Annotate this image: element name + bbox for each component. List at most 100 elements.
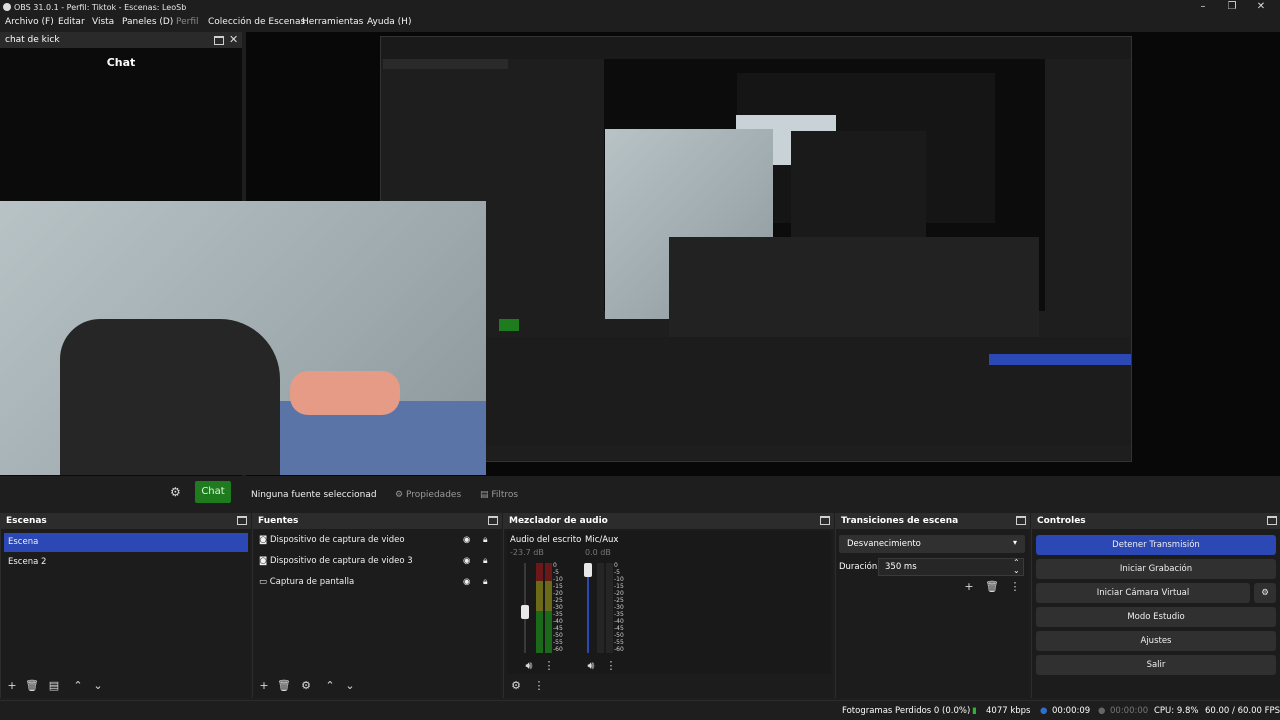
speaker-icon[interactable]: 🔊︎ [584, 659, 598, 673]
gear-icon[interactable]: ⚙ [299, 679, 313, 692]
cpu-usage: CPU: 9.8% [1154, 706, 1199, 716]
move-up-icon[interactable]: ⌃ [71, 679, 85, 692]
transition-select[interactable]: Desvanecimiento ▾ [839, 535, 1025, 553]
nested-titlebar [381, 37, 1131, 49]
studio-mode-button[interactable]: Modo Estudio [1036, 607, 1276, 627]
bitrate: 4077 kbps [986, 706, 1031, 716]
move-down-icon[interactable]: ⌄ [343, 679, 357, 692]
undock-icon[interactable] [214, 36, 224, 45]
menu-archivo[interactable]: Archivo (F) [5, 17, 54, 27]
eye-icon[interactable]: ◉ [463, 577, 470, 587]
volume-fader[interactable] [521, 605, 529, 619]
minimize-icon[interactable]: – [1196, 1, 1210, 13]
chat-close-icon[interactable]: ✕ [229, 34, 238, 45]
scenes-title: Escenas [6, 516, 47, 526]
no-source-label: Ninguna fuente seleccionad [251, 490, 377, 500]
menu-ayuda[interactable]: Ayuda (H) [367, 17, 411, 27]
transition-selected: Desvanecimiento [847, 539, 921, 549]
gear-icon[interactable]: ⚙ [509, 679, 523, 692]
exit-button[interactable]: Salir [1036, 655, 1276, 675]
filter-icon[interactable]: ▤ [47, 679, 61, 692]
properties-button[interactable]: ⚙ Propiedades [395, 490, 461, 500]
lock-icon[interactable]: 🔒︎ [483, 535, 488, 545]
title-bar: OBS 31.0.1 - Perfil: Tiktok - Escenas: L… [0, 0, 1280, 15]
channel-name: Audio del escrito [510, 535, 582, 545]
filters-button[interactable]: ▤ Filtros [480, 490, 518, 500]
channel-db: 0.0 dB [585, 548, 611, 557]
record-time: 00:00:00 [1110, 706, 1149, 716]
mixer-undock-icon[interactable] [820, 516, 830, 525]
eye-icon[interactable]: ◉ [463, 535, 470, 545]
controls-title: Controles [1037, 516, 1086, 526]
menu-herramientas[interactable]: Herramientas [302, 17, 363, 27]
db-scale: 0 -5 -10 -15 -20 -25 -30 -35 -40 -45 -50 -55 -60 [553, 563, 567, 653]
transitions-title: Transiciones de escena [841, 516, 959, 526]
menu-vista[interactable]: Vista [92, 17, 114, 27]
more-icon[interactable]: ⋮ [1008, 580, 1022, 593]
db-tick-label: -60 [553, 646, 563, 653]
nested-menubar [381, 49, 1131, 59]
stop-stream-button[interactable]: Detener Transmisión [1036, 535, 1276, 555]
scenes-undock-icon[interactable] [237, 516, 247, 525]
dropped-frames: Fotogramas Perdidos 0 (0.0%) [842, 706, 971, 716]
camera-icon: ◙ [259, 535, 268, 545]
move-down-icon[interactable]: ⌄ [91, 679, 105, 692]
sources-dock: Fuentes ◙ Dispositivo de captura de vide… [252, 513, 502, 698]
move-up-icon[interactable]: ⌃ [323, 679, 337, 692]
more-icon[interactable]: ⋮ [604, 659, 618, 672]
controls-undock-icon[interactable] [1267, 516, 1277, 525]
menu-coleccion-escenas[interactable]: Colección de Escenas [208, 17, 305, 27]
lock-icon[interactable]: 🔒︎ [483, 577, 488, 587]
close-icon[interactable]: ✕ [1254, 1, 1268, 13]
eye-icon[interactable]: ◉ [463, 556, 470, 566]
stepper-down-icon[interactable]: ⌄ [1013, 566, 1020, 575]
trash-icon[interactable]: 🗑 [985, 580, 999, 593]
channel-db: -23.7 dB [510, 548, 544, 557]
virtual-camera-settings-button[interactable]: ⚙ [1254, 583, 1276, 603]
window-title: OBS 31.0.1 - Perfil: Tiktok - Escenas: L… [14, 3, 187, 12]
chat-dock-header: chat de kick ✕ [0, 32, 242, 48]
chat-button[interactable]: Chat [195, 481, 231, 503]
monitor-icon: ▭ [259, 577, 268, 587]
speaker-icon[interactable]: 🔊︎ [522, 659, 536, 673]
volume-fader[interactable] [584, 563, 592, 577]
more-icon[interactable]: ⋮ [542, 659, 556, 672]
nested-primary-control [989, 354, 1131, 365]
source-item[interactable]: ▭ Captura de pantalla ◉ 🔒︎ [259, 577, 499, 596]
menu-paneles[interactable]: Paneles (D) [122, 17, 173, 27]
source-label: Dispositivo de captura de video [269, 535, 405, 545]
scenes-dock: Escenas Escena Escena 2 + 🗑 ▤ ⌃ ⌄ [0, 513, 251, 698]
add-icon[interactable]: + [962, 580, 976, 593]
more-icon[interactable]: ⋮ [532, 679, 546, 692]
controls-dock: Controles Detener Transmisión Iniciar Gr… [1031, 513, 1280, 698]
status-bar: Fotogramas Perdidos 0 (0.0%) ▮ 4077 kbps… [0, 700, 1280, 720]
gear-icon[interactable]: ⚙ [170, 485, 181, 499]
scene-item[interactable]: Escena 2 [4, 553, 248, 572]
volume-meter [536, 563, 543, 653]
source-label: Dispositivo de captura de video 3 [269, 556, 413, 566]
trash-icon[interactable]: 🗑 [277, 679, 291, 692]
source-item[interactable]: ◙ Dispositivo de captura de video 3 ◉ 🔒︎ [259, 556, 499, 575]
add-icon[interactable]: + [257, 679, 271, 692]
source-item[interactable]: ◙ Dispositivo de captura de video ◉ 🔒︎ [259, 535, 499, 554]
nested-docks [669, 237, 1039, 347]
scene-item[interactable]: Escena [4, 533, 248, 552]
nested-mini-obs [791, 131, 926, 241]
maximize-icon[interactable]: ❐ [1225, 1, 1239, 13]
lock-icon[interactable]: 🔒︎ [483, 556, 488, 566]
transitions-undock-icon[interactable] [1016, 516, 1026, 525]
menu-bar: Archivo (F) Editar Vista Paneles (D) Per… [0, 15, 1280, 31]
volume-meter [606, 563, 613, 653]
sources-undock-icon[interactable] [488, 516, 498, 525]
filters-label: Filtros [491, 490, 519, 500]
trash-icon[interactable]: 🗑 [25, 679, 39, 692]
add-icon[interactable]: + [5, 679, 19, 692]
menu-editar[interactable]: Editar [58, 17, 85, 27]
settings-button[interactable]: Ajustes [1036, 631, 1276, 651]
duration-field[interactable]: 350 ms ⌃ ⌄ [878, 558, 1024, 576]
start-recording-button[interactable]: Iniciar Grabación [1036, 559, 1276, 579]
menu-perfil[interactable]: Perfil [176, 17, 199, 27]
start-virtual-camera-button[interactable]: Iniciar Cámara Virtual [1036, 583, 1250, 603]
signal-icon: ▮ [972, 706, 977, 716]
source-label: Captura de pantalla [269, 577, 355, 587]
